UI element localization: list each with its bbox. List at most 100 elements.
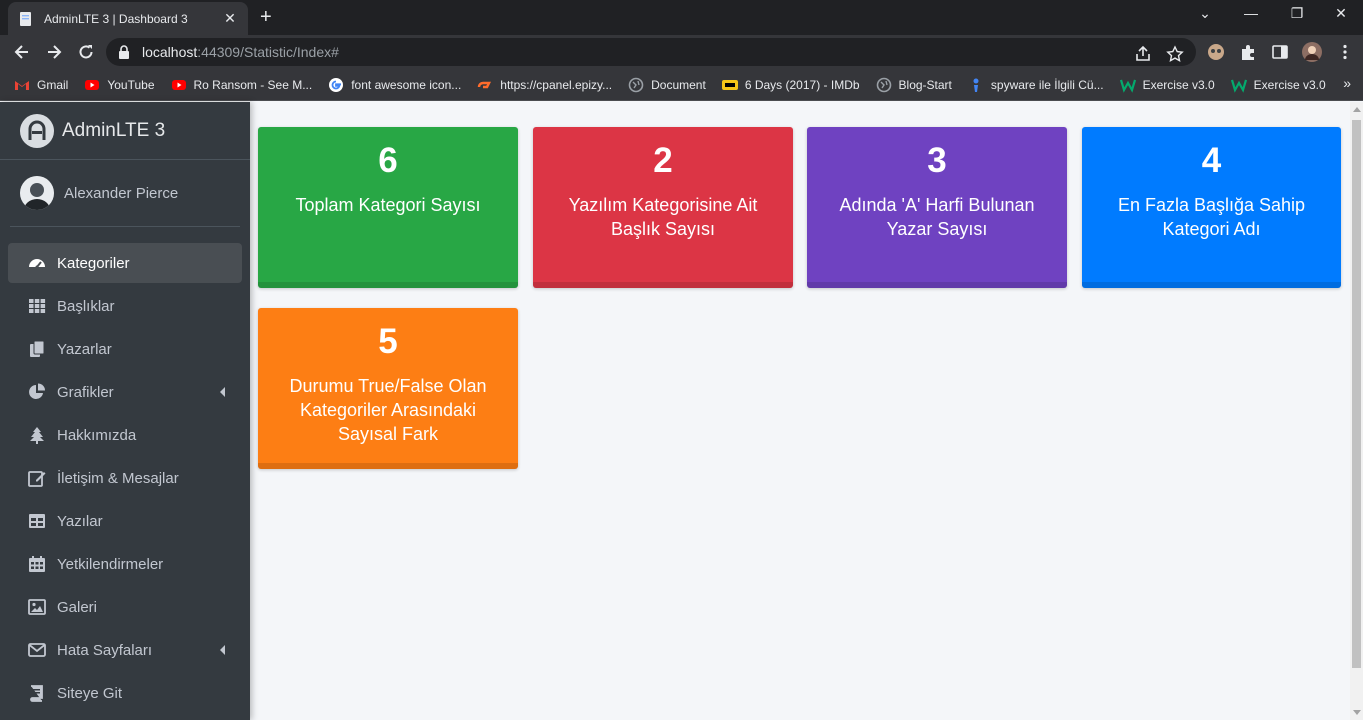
scroll-down-arrow-icon[interactable] bbox=[1353, 710, 1361, 715]
stat-box-footer bbox=[258, 282, 518, 288]
sidebar-item-basliklar[interactable]: Başlıklar bbox=[8, 286, 242, 326]
stat-label: Durumu True/False Olan Kategoriler Arası… bbox=[289, 376, 487, 444]
puzzle-icon[interactable] bbox=[1239, 43, 1257, 61]
bookmark-blog-start[interactable]: Blog-Start bbox=[876, 77, 952, 93]
sidebar-item-yazarlar[interactable]: Yazarlar bbox=[8, 329, 242, 369]
address-bar[interactable]: localhost:44309/Statistic/Index# bbox=[106, 38, 1196, 66]
scroll-up-arrow-icon[interactable] bbox=[1353, 107, 1361, 112]
side-panel-icon[interactable] bbox=[1271, 43, 1289, 61]
new-tab-button[interactable]: + bbox=[260, 6, 272, 28]
user-name: Alexander Pierce bbox=[64, 184, 179, 202]
sidebar-item-label: Hata Sayfaları bbox=[57, 641, 153, 659]
profile-avatar-icon[interactable] bbox=[1302, 42, 1322, 62]
sidebar-item-grafikler[interactable]: Grafikler bbox=[8, 372, 242, 412]
th-icon bbox=[29, 299, 46, 313]
stat-label: Toplam Kategori Sayısı bbox=[295, 195, 481, 215]
browser-toolbar: localhost:44309/Statistic/Index# bbox=[0, 35, 1363, 69]
youtube-icon bbox=[85, 79, 100, 90]
sidebar-item-hakkimizda[interactable]: Hakkımızda bbox=[8, 415, 242, 455]
extension-avatar-icon[interactable] bbox=[1207, 43, 1225, 61]
url-path: :44309/Statistic/Index# bbox=[197, 44, 339, 60]
stat-box-authors-with-a: 3 Adında 'A' Harfi Bulunan Yazar Sayısı bbox=[807, 127, 1067, 288]
tab-title: AdminLTE 3 | Dashboard 3 bbox=[44, 11, 188, 26]
bookmark-ro-ransom[interactable]: Ro Ransom - See M... bbox=[171, 77, 312, 93]
lock-icon[interactable] bbox=[118, 45, 130, 59]
bookmark-exercise-1[interactable]: Exercise v3.0 bbox=[1119, 77, 1215, 93]
stat-value: 3 bbox=[927, 141, 947, 180]
tab-close-icon[interactable]: ✕ bbox=[222, 10, 238, 27]
bookmark-label: font awesome icon... bbox=[351, 77, 462, 92]
star-icon[interactable] bbox=[1166, 45, 1184, 63]
bookmark-imdb[interactable]: 6 Days (2017) - IMDb bbox=[721, 77, 860, 93]
sidebar-item-yazilar[interactable]: Yazılar bbox=[8, 501, 242, 541]
sidebar-item-label: Siteye Git bbox=[57, 684, 123, 702]
stat-box-total-categories: 6 Toplam Kategori Sayısı bbox=[258, 127, 518, 288]
envelope-icon bbox=[28, 643, 46, 657]
sidebar: AdminLTE 3 Alexander Pierce Kategoriler … bbox=[0, 102, 250, 720]
copy-icon bbox=[30, 340, 45, 357]
minimize-button[interactable]: — bbox=[1228, 5, 1274, 21]
kebab-menu-icon[interactable] bbox=[1336, 43, 1354, 61]
restore-button[interactable]: ❐ bbox=[1274, 5, 1320, 22]
bookmark-youtube[interactable]: YouTube bbox=[84, 77, 155, 93]
page-icon bbox=[20, 11, 31, 26]
sidebar-item-iletisim[interactable]: İletişim & Mesajlar bbox=[8, 458, 242, 498]
close-window-button[interactable]: ✕ bbox=[1318, 5, 1363, 22]
tab-search-icon[interactable]: ⌄ bbox=[1182, 5, 1228, 22]
bookmark-label: Exercise v3.0 bbox=[1142, 77, 1215, 92]
bookmark-spyware[interactable]: spyware ile İlgili Cü... bbox=[968, 77, 1104, 93]
main-content: 6 Toplam Kategori Sayısı 2 Yazılım Kateg… bbox=[250, 102, 1350, 720]
stat-box-footer bbox=[533, 282, 793, 288]
tachometer-icon bbox=[29, 259, 45, 269]
chart-pie-icon bbox=[29, 383, 45, 399]
globe-icon bbox=[876, 77, 891, 92]
bookmark-document[interactable]: Document bbox=[628, 77, 706, 93]
brand-link[interactable]: AdminLTE 3 bbox=[0, 102, 250, 160]
sidebar-item-galeri[interactable]: Galeri bbox=[8, 587, 242, 627]
cpanel-icon bbox=[478, 81, 492, 88]
sidebar-item-yetkilendirmeler[interactable]: Yetkilendirmeler bbox=[8, 544, 242, 584]
bookmark-cpanel[interactable]: https://cpanel.epizy... bbox=[477, 77, 612, 93]
stat-value: 5 bbox=[378, 322, 398, 361]
chevron-left-icon bbox=[220, 645, 225, 655]
stat-value: 2 bbox=[653, 141, 673, 180]
w3schools-icon bbox=[1119, 79, 1136, 93]
browser-tab-strip: AdminLTE 3 | Dashboard 3 ✕ + ⌄ — ❐ ✕ bbox=[0, 0, 1363, 35]
bookmark-label: Exercise v3.0 bbox=[1253, 77, 1326, 92]
stat-value: 6 bbox=[378, 141, 398, 180]
user-panel[interactable]: Alexander Pierce bbox=[10, 160, 240, 227]
reload-icon[interactable] bbox=[76, 42, 96, 62]
browser-tab[interactable]: AdminLTE 3 | Dashboard 3 ✕ bbox=[8, 2, 248, 35]
image-icon bbox=[28, 599, 46, 615]
sidebar-item-label: Yazarlar bbox=[57, 340, 112, 358]
chevron-left-icon bbox=[220, 387, 225, 397]
sidebar-item-label: Hakkımızda bbox=[57, 426, 137, 444]
sidebar-item-label: Grafikler bbox=[57, 383, 114, 401]
sidebar-item-hata-sayfalari[interactable]: Hata Sayfaları bbox=[8, 630, 242, 670]
stat-label: Adında 'A' Harfi Bulunan Yazar Sayısı bbox=[839, 195, 1035, 239]
bookmark-label: spyware ile İlgili Cü... bbox=[990, 77, 1104, 92]
sidebar-item-siteye-git[interactable]: Siteye Git bbox=[8, 673, 242, 713]
bookmarks-bar: Gmail YouTube Ro Ransom - See M... font … bbox=[0, 69, 1363, 101]
sidebar-item-label: Galeri bbox=[57, 598, 98, 616]
stat-box-status-difference: 5 Durumu True/False Olan Kategoriler Ara… bbox=[258, 308, 518, 469]
forward-arrow-icon[interactable] bbox=[44, 42, 64, 62]
page-scrollbar[interactable] bbox=[1350, 102, 1363, 720]
bookmark-gmail[interactable]: Gmail bbox=[14, 77, 68, 93]
scroll-thumb[interactable] bbox=[1352, 120, 1361, 668]
sidebar-item-label: İletişim & Mesajlar bbox=[57, 469, 179, 487]
stat-box-footer bbox=[1082, 282, 1341, 288]
globe-icon bbox=[628, 77, 644, 92]
adminlte-logo-icon bbox=[20, 113, 54, 148]
tree-icon bbox=[30, 427, 44, 444]
sidebar-item-label: Yazılar bbox=[57, 512, 103, 530]
bookmark-exercise-2[interactable]: Exercise v3.0 bbox=[1230, 77, 1326, 93]
bookmark-font-awesome[interactable]: font awesome icon... bbox=[328, 77, 461, 93]
stat-value: 4 bbox=[1201, 141, 1222, 180]
table-icon bbox=[29, 514, 45, 528]
share-icon[interactable] bbox=[1134, 45, 1152, 63]
back-arrow-icon[interactable] bbox=[12, 42, 32, 62]
sidebar-item-kategoriler[interactable]: Kategoriler bbox=[8, 243, 242, 283]
bookmarks-overflow-button[interactable]: » bbox=[1343, 75, 1351, 91]
calendar-icon bbox=[29, 556, 45, 572]
